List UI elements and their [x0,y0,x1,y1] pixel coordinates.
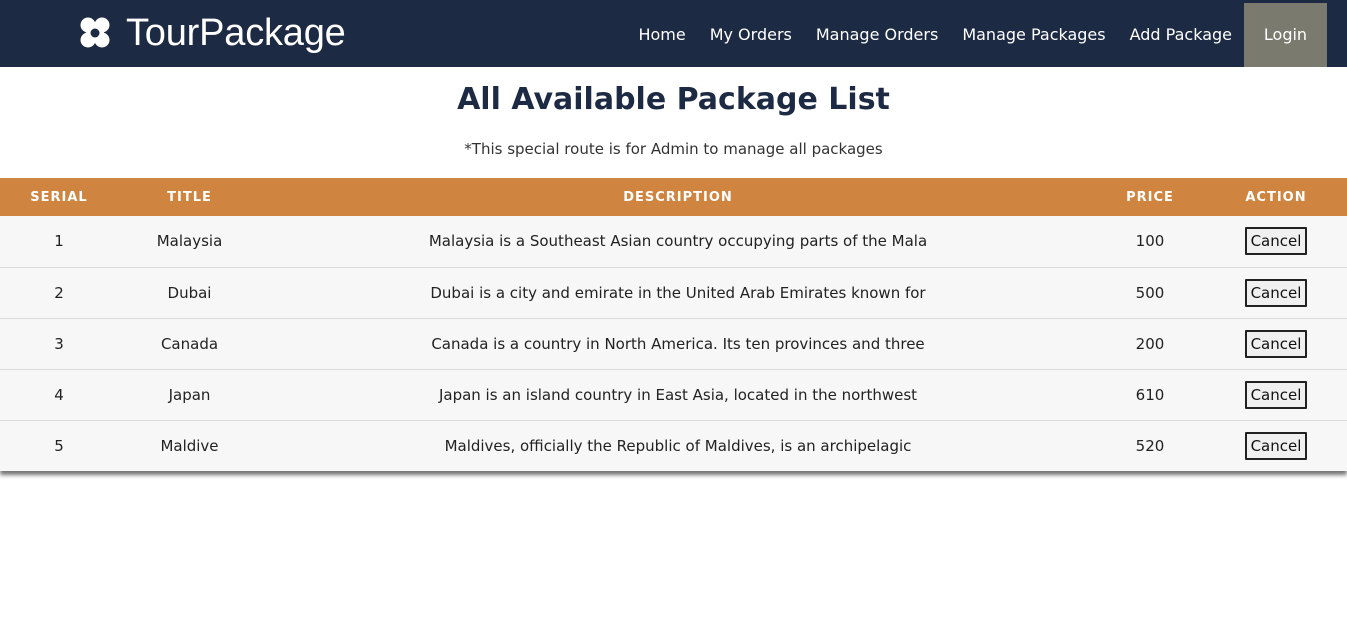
packages-table: SERIAL TITLE DESCRIPTION PRICE ACTION 1 … [0,178,1347,471]
column-header-description: DESCRIPTION [623,189,733,205]
brand-name-bold: Package [199,11,346,54]
cell-description: Dubai is a city and emirate in the Unite… [430,283,926,302]
cell-price: 500 [1135,283,1165,302]
column-header-title: TITLE [167,189,212,205]
packages-table-container: SERIAL TITLE DESCRIPTION PRICE ACTION 1 … [0,178,1347,471]
cell-price: 200 [1135,334,1165,353]
column-header-price: PRICE [1126,189,1174,205]
page-title: All Available Package List [457,82,890,117]
nav-my-orders[interactable]: My Orders [698,3,804,67]
cell-action: Cancel [1205,369,1347,420]
cell-description: Japan is an island country in East Asia,… [438,385,918,404]
nav-manage-orders[interactable]: Manage Orders [804,3,950,67]
brand-name-light: Tour [126,11,200,54]
main-nav: Home My Orders Manage Orders Manage Pack… [626,3,1327,67]
cell-price: 100 [1135,232,1165,251]
cell-serial: 2 [54,283,64,302]
column-header-serial: SERIAL [30,189,88,205]
flower-logo-icon [78,16,112,50]
cancel-button[interactable]: Cancel [1244,431,1308,460]
cell-title: Canada [160,334,219,353]
cancel-button[interactable]: Cancel [1244,380,1308,409]
brand-logo[interactable]: TourPackage [78,10,346,56]
column-header-action: ACTION [1245,189,1307,205]
brand-name: TourPackage [126,12,346,55]
cell-title: Japan [168,385,211,404]
table-row: 2 Dubai Dubai is a city and emirate in t… [0,267,1347,318]
table-row: 1 Malaysia Malaysia is a Southeast Asian… [0,216,1347,267]
cell-serial: 3 [54,334,64,353]
cell-serial: 4 [54,385,64,404]
cell-action: Cancel [1205,420,1347,471]
cancel-button[interactable]: Cancel [1244,278,1308,307]
table-row: 4 Japan Japan is an island country in Ea… [0,369,1347,420]
page-subtitle: *This special route is for Admin to mana… [464,140,883,158]
table-row: 5 Maldive Maldives, officially the Repub… [0,420,1347,471]
cell-description: Canada is a country in North America. It… [431,334,925,353]
cell-description: Malaysia is a Southeast Asian country oc… [428,232,928,251]
nav-home[interactable]: Home [626,3,697,67]
nav-manage-packages[interactable]: Manage Packages [950,3,1117,67]
cell-action: Cancel [1205,267,1347,318]
cell-title: Maldive [160,436,219,455]
cell-action: Cancel [1205,216,1347,267]
table-header-row: SERIAL TITLE DESCRIPTION PRICE ACTION [0,178,1347,216]
nav-add-package[interactable]: Add Package [1118,3,1244,67]
table-row: 3 Canada Canada is a country in North Am… [0,318,1347,369]
navbar: TourPackage Home My Orders Manage Orders… [0,0,1347,67]
cell-serial: 1 [54,232,64,251]
cell-title: Malaysia [156,232,223,251]
cell-price: 520 [1135,436,1165,455]
cell-price: 610 [1135,385,1165,404]
cell-serial: 5 [54,436,64,455]
cell-description: Maldives, officially the Republic of Mal… [444,436,912,455]
cell-action: Cancel [1205,318,1347,369]
cancel-button[interactable]: Cancel [1244,227,1308,256]
cancel-button[interactable]: Cancel [1244,329,1308,358]
cell-title: Dubai [167,283,212,302]
login-button[interactable]: Login [1244,3,1327,67]
